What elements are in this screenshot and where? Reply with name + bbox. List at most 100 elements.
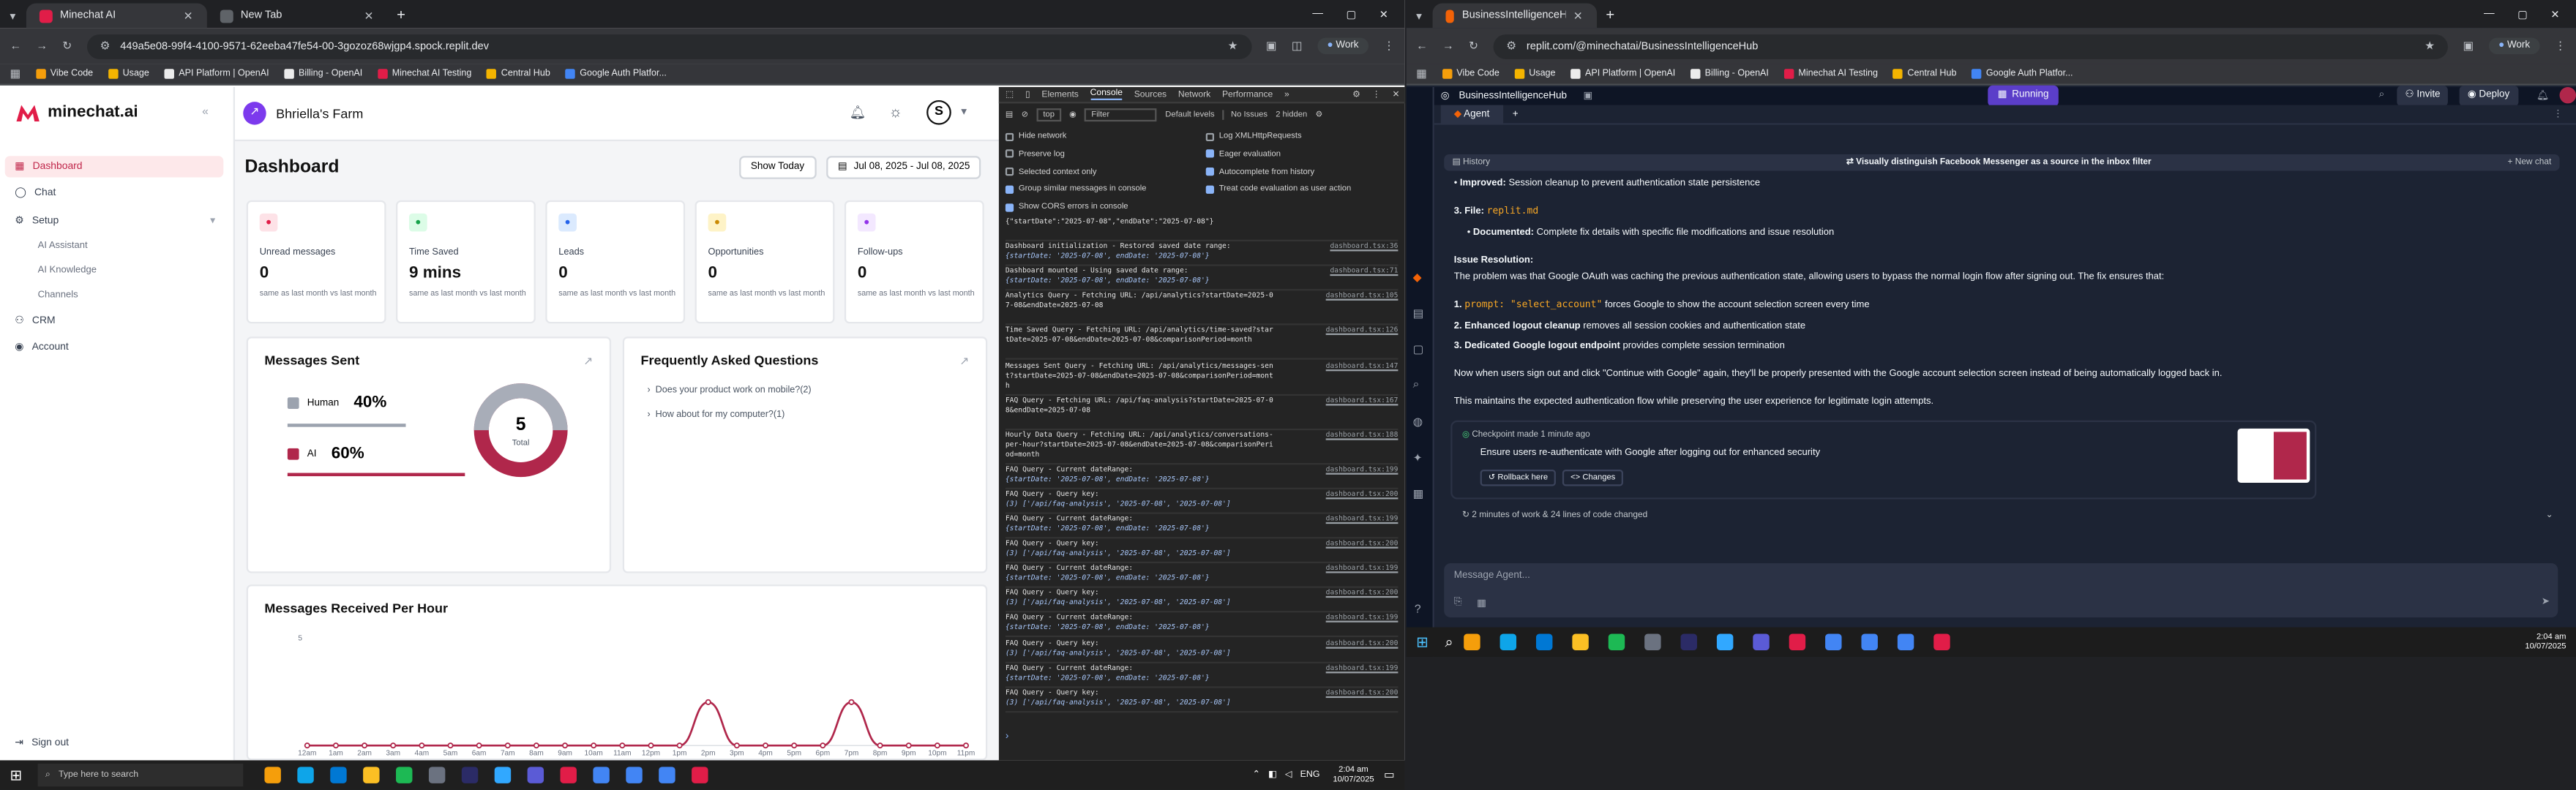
spotify-icon[interactable] bbox=[395, 767, 412, 783]
new-tab-button[interactable]: + bbox=[397, 7, 405, 23]
console-log-entry[interactable]: Hourly Data Query - Fetching URL: /api/a… bbox=[1005, 432, 1399, 464]
chrome-icon[interactable] bbox=[1933, 633, 1950, 650]
tab-performance[interactable]: Performance bbox=[1222, 89, 1273, 99]
log-source-link[interactable]: dashboard.tsx:147 bbox=[1326, 362, 1399, 372]
checkbox[interactable] bbox=[1005, 132, 1014, 140]
chatgpt-icon[interactable] bbox=[427, 767, 445, 783]
bookmark-google-auth[interactable]: Google Auth Platfor... bbox=[1971, 69, 2073, 79]
photoshop-icon[interactable] bbox=[493, 767, 511, 783]
replit-menu-icon[interactable]: ◎ bbox=[1441, 90, 1450, 102]
help-icon[interactable]: ? bbox=[1415, 604, 1421, 616]
grid-icon[interactable]: ▦ bbox=[1477, 598, 1486, 609]
edge-icon[interactable] bbox=[296, 767, 313, 783]
checkbox[interactable] bbox=[1205, 168, 1214, 176]
context-select[interactable]: top bbox=[1036, 108, 1061, 122]
bookmark-usage[interactable]: Usage bbox=[1514, 69, 1556, 79]
log-object[interactable]: {startDate: '2025-07-08', endDate: '2025… bbox=[1006, 253, 1210, 261]
log-source-link[interactable]: dashboard.tsx:200 bbox=[1326, 590, 1399, 600]
console-prompt[interactable]: › bbox=[1006, 732, 1008, 742]
main-clock[interactable]: 2:04 am 10/07/2025 bbox=[1333, 765, 1374, 785]
console-log-entry[interactable]: FAQ Query - Query key: (3) ['/api/faq-ana… bbox=[1005, 541, 1399, 564]
back-icon[interactable]: ← bbox=[1416, 40, 1428, 52]
tab-sources[interactable]: Sources bbox=[1134, 89, 1167, 99]
volume-icon[interactable]: ◁ bbox=[1285, 770, 1292, 780]
chrome-icon[interactable] bbox=[1860, 633, 1878, 650]
app-icon[interactable] bbox=[559, 767, 576, 783]
console-log-entry[interactable]: FAQ Query - Query key: (3) ['/api/faq-ana… bbox=[1005, 689, 1399, 712]
agent-input[interactable]: Message Agent... ⎘ ▦ ➤ bbox=[1444, 563, 2558, 618]
log-source-link[interactable]: dashboard.tsx:167 bbox=[1326, 396, 1399, 406]
attach-icon[interactable]: ⎘ bbox=[1454, 598, 1462, 609]
menu-icon[interactable]: ⋮ bbox=[1383, 40, 1395, 53]
sidebar-toggle-icon[interactable]: ▤ bbox=[1006, 110, 1014, 119]
log-levels-select[interactable]: Default levels bbox=[1165, 110, 1214, 119]
console-option-checkbox[interactable]: Hide network bbox=[1005, 132, 1066, 141]
console-log-entry[interactable]: FAQ Query - Query key: (3) ['/api/faq-ana… bbox=[1005, 639, 1399, 663]
bookmark-minechat-testing[interactable]: Minechat AI Testing bbox=[1783, 69, 1878, 79]
checkbox[interactable] bbox=[1005, 185, 1014, 194]
sidebar-item-account[interactable]: ◉ Account bbox=[5, 336, 224, 358]
tab-network[interactable]: Network bbox=[1178, 89, 1210, 99]
console-log-entry[interactable]: FAQ Query - Current dateRange: {startDate… bbox=[1005, 516, 1399, 539]
console-log-entry[interactable]: Analytics Query - Fetching URL: /api/ana… bbox=[1005, 293, 1399, 326]
close-tab-icon[interactable]: ✕ bbox=[364, 9, 374, 23]
store-icon[interactable] bbox=[1535, 633, 1552, 650]
bookmark-usage[interactable]: Usage bbox=[108, 69, 149, 79]
explorer-icon[interactable] bbox=[263, 767, 280, 783]
bookmark-billing[interactable]: Billing - OpenAI bbox=[1690, 69, 1769, 79]
store-icon[interactable] bbox=[329, 767, 346, 783]
log-object[interactable]: (3) ['/api/faq-analysis', '2025-07-08', … bbox=[1006, 550, 1231, 558]
log-object[interactable]: {startDate: '2025-07-08', endDate: '2025… bbox=[1006, 575, 1210, 583]
bell-icon[interactable]: 🔔︎ bbox=[2536, 90, 2549, 102]
photoshop-icon[interactable] bbox=[1716, 633, 1733, 650]
files-icon[interactable]: ▤ bbox=[1413, 307, 1424, 320]
console-log-entry[interactable]: Time Saved Query - Fetching URL: /api/an… bbox=[1005, 328, 1399, 361]
console-log-entry[interactable]: Dashboard mounted - Using saved date ran… bbox=[1005, 268, 1399, 291]
files-icon[interactable] bbox=[362, 767, 379, 783]
log-source-link[interactable]: dashboard.tsx:199 bbox=[1326, 565, 1399, 575]
profile-chip[interactable]: ● Work bbox=[2488, 37, 2540, 55]
log-source-link[interactable]: dashboard.tsx:126 bbox=[1326, 328, 1399, 337]
console-option-checkbox[interactable]: Autocomplete from history bbox=[1205, 167, 1314, 177]
console-option-checkbox[interactable]: Eager evaluation bbox=[1205, 149, 1281, 159]
bookmark-central-hub[interactable]: Central Hub bbox=[486, 69, 550, 79]
windows-start-icon[interactable]: ⊞ bbox=[10, 766, 22, 784]
apps-icon[interactable]: ▦ bbox=[1416, 67, 1427, 80]
sidebar-item-chat[interactable]: ◯ Chat bbox=[5, 182, 224, 203]
clear-console-icon[interactable]: ⊘ bbox=[1022, 110, 1028, 119]
changes-button[interactable]: <> Changes bbox=[1562, 470, 1624, 486]
checkbox[interactable] bbox=[1205, 185, 1214, 194]
apps-icon[interactable]: ▦ bbox=[10, 67, 20, 80]
sidebar-item-dashboard[interactable]: ▦ Dashboard bbox=[4, 156, 224, 178]
sidebar-item-crm[interactable]: ⚇ CRM bbox=[5, 310, 224, 331]
omnibox[interactable]: ⚙ replit.com/@minechatai/BusinessIntelli… bbox=[1493, 34, 2449, 59]
checkbox[interactable] bbox=[1005, 168, 1014, 176]
device-icon[interactable]: ▯ bbox=[1025, 89, 1030, 99]
close-devtools-icon[interactable]: ✕ bbox=[1392, 89, 1404, 99]
search-icon[interactable]: ⌕ bbox=[1445, 633, 1453, 651]
bookmark-google-auth[interactable]: Google Auth Platfor... bbox=[565, 69, 667, 79]
sidebar-item-ai-assistant[interactable]: AI Assistant bbox=[38, 241, 88, 251]
show-today-button[interactable]: Show Today bbox=[739, 156, 816, 179]
console-option-checkbox[interactable]: Selected context only bbox=[1005, 167, 1097, 177]
bell-icon[interactable]: 🔔︎ bbox=[850, 105, 866, 120]
console-log-entry[interactable]: {"startDate":"2025-07-08","endDate":"202… bbox=[1005, 219, 1399, 242]
log-source-link[interactable]: dashboard.tsx:199 bbox=[1326, 664, 1399, 674]
extensions-icon[interactable]: ▣ bbox=[1266, 40, 1277, 53]
maximize-icon[interactable]: ▢ bbox=[2517, 8, 2528, 21]
site-info-icon[interactable]: ⚙ bbox=[1506, 40, 1516, 53]
language-indicator[interactable]: ENG bbox=[1300, 770, 1320, 780]
chevron-down-icon[interactable]: ▾ bbox=[961, 105, 967, 118]
tab-console[interactable]: Console bbox=[1090, 89, 1123, 100]
back-icon[interactable]: ← bbox=[10, 40, 21, 52]
console-log-entry[interactable]: FAQ Query - Current dateRange: {startDate… bbox=[1005, 466, 1399, 489]
sign-out-button[interactable]: ⇥ Sign out bbox=[5, 732, 224, 753]
chrome-icon[interactable] bbox=[1896, 633, 1914, 650]
settings-icon[interactable]: ⚙ bbox=[1352, 89, 1360, 99]
omnibox[interactable]: ⚙ 449a5e08-99f4-4100-9571-62eeba47fe54-0… bbox=[86, 34, 1251, 59]
teams-icon[interactable] bbox=[526, 767, 544, 783]
bookmark-central-hub[interactable]: Central Hub bbox=[1892, 69, 1956, 79]
profile-chip[interactable]: ● Work bbox=[1317, 37, 1369, 55]
sidebar-item-channels[interactable]: Channels bbox=[38, 290, 78, 300]
more-icon[interactable]: ⋮ bbox=[1372, 89, 1381, 99]
